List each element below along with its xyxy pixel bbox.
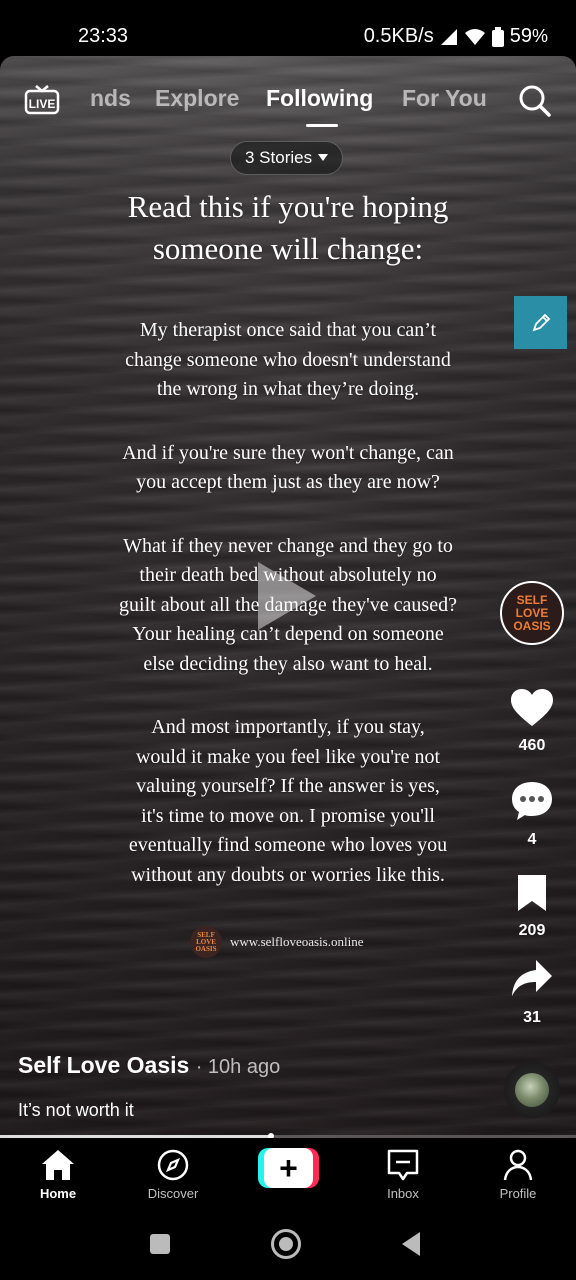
- heart-icon: [511, 689, 553, 726]
- paragraph-1: My therapist once said that you can’t ch…: [125, 319, 451, 400]
- tab-explore[interactable]: Explore: [155, 85, 239, 112]
- author-name[interactable]: Self Love Oasis · 10h ago: [18, 1052, 280, 1078]
- paragraph-2: And if you're sure they won't change, ca…: [122, 441, 454, 494]
- stories-label: 3 Stories: [245, 148, 313, 167]
- like-count: 460: [518, 737, 546, 754]
- watermark: SELF LOVE OASIS www.selfloveoasis.online: [190, 926, 363, 958]
- recents-icon[interactable]: [150, 1234, 170, 1254]
- post-time: · 10h ago: [195, 1056, 281, 1078]
- active-tab-indicator: [306, 124, 338, 127]
- plus-icon: +: [264, 1148, 313, 1188]
- post-text-overlay: Read this if you're hoping someone will …: [70, 186, 506, 920]
- person-icon: [503, 1149, 533, 1181]
- tab-friends[interactable]: nds: [90, 85, 131, 112]
- music-cover: [515, 1073, 549, 1107]
- top-nav: LIVE nds Explore Following For You: [0, 72, 576, 132]
- net-speed: 0.5KB/s: [363, 25, 434, 47]
- battery-percent: 59%: [509, 25, 548, 47]
- system-nav: [0, 1216, 576, 1280]
- tab-following[interactable]: Following: [266, 85, 373, 112]
- status-bar: 23:33 0.5KB/s 59%: [0, 0, 576, 56]
- wifi-icon: [464, 28, 485, 45]
- watermark-url: www.selfloveoasis.online: [230, 934, 364, 949]
- save-button[interactable]: 209: [496, 873, 568, 940]
- play-icon[interactable]: [258, 562, 316, 630]
- pencil-icon: [532, 313, 550, 331]
- bottom-nav: Home Discover + Inbox Profile: [0, 1138, 576, 1216]
- status-right: 0.5KB/s 59%: [364, 25, 548, 48]
- caret-down-icon: [318, 154, 329, 161]
- watermark-logo: SELF LOVE OASIS: [190, 926, 222, 958]
- status-time: 23:33: [78, 25, 129, 47]
- share-icon: [512, 960, 552, 996]
- battery-icon: [491, 26, 504, 47]
- music-disc[interactable]: [504, 1062, 560, 1118]
- search-icon[interactable]: [516, 82, 552, 118]
- nav-home[interactable]: Home: [8, 1148, 108, 1201]
- nav-discover[interactable]: Discover: [123, 1148, 223, 1201]
- post-description: It’s not worth it: [18, 1100, 134, 1120]
- comment-button[interactable]: 4: [496, 780, 568, 849]
- signal-icon: [440, 28, 457, 45]
- share-button[interactable]: 31: [496, 958, 568, 1027]
- nav-profile[interactable]: Profile: [468, 1148, 568, 1201]
- caption: Self Love Oasis · 10h ago: [18, 1052, 280, 1079]
- edit-button[interactable]: [514, 296, 567, 349]
- nav-inbox[interactable]: Inbox: [353, 1148, 453, 1201]
- save-count: 209: [518, 922, 546, 939]
- inbox-icon: [387, 1149, 419, 1181]
- live-icon[interactable]: LIVE: [24, 84, 60, 116]
- create-button[interactable]: +: [258, 1148, 319, 1188]
- home-icon: [42, 1150, 74, 1180]
- post-title: Read this if you're hoping someone will …: [127, 189, 449, 266]
- tab-for-you[interactable]: For You: [402, 85, 487, 112]
- stories-pill[interactable]: 3 Stories: [230, 141, 344, 175]
- comment-count: 4: [527, 831, 537, 848]
- paragraph-4: And most importantly, if you stay, would…: [128, 716, 448, 886]
- like-button[interactable]: 460: [496, 688, 568, 755]
- creator-avatar[interactable]: SELF LOVE OASIS: [500, 581, 564, 645]
- comment-icon: [512, 782, 552, 820]
- back-icon[interactable]: [402, 1232, 420, 1256]
- bookmark-icon: [518, 875, 546, 911]
- share-count: 31: [523, 1009, 541, 1026]
- compass-icon: [157, 1149, 189, 1181]
- svg-text:LIVE: LIVE: [29, 97, 56, 111]
- home-circle-icon[interactable]: [271, 1229, 301, 1259]
